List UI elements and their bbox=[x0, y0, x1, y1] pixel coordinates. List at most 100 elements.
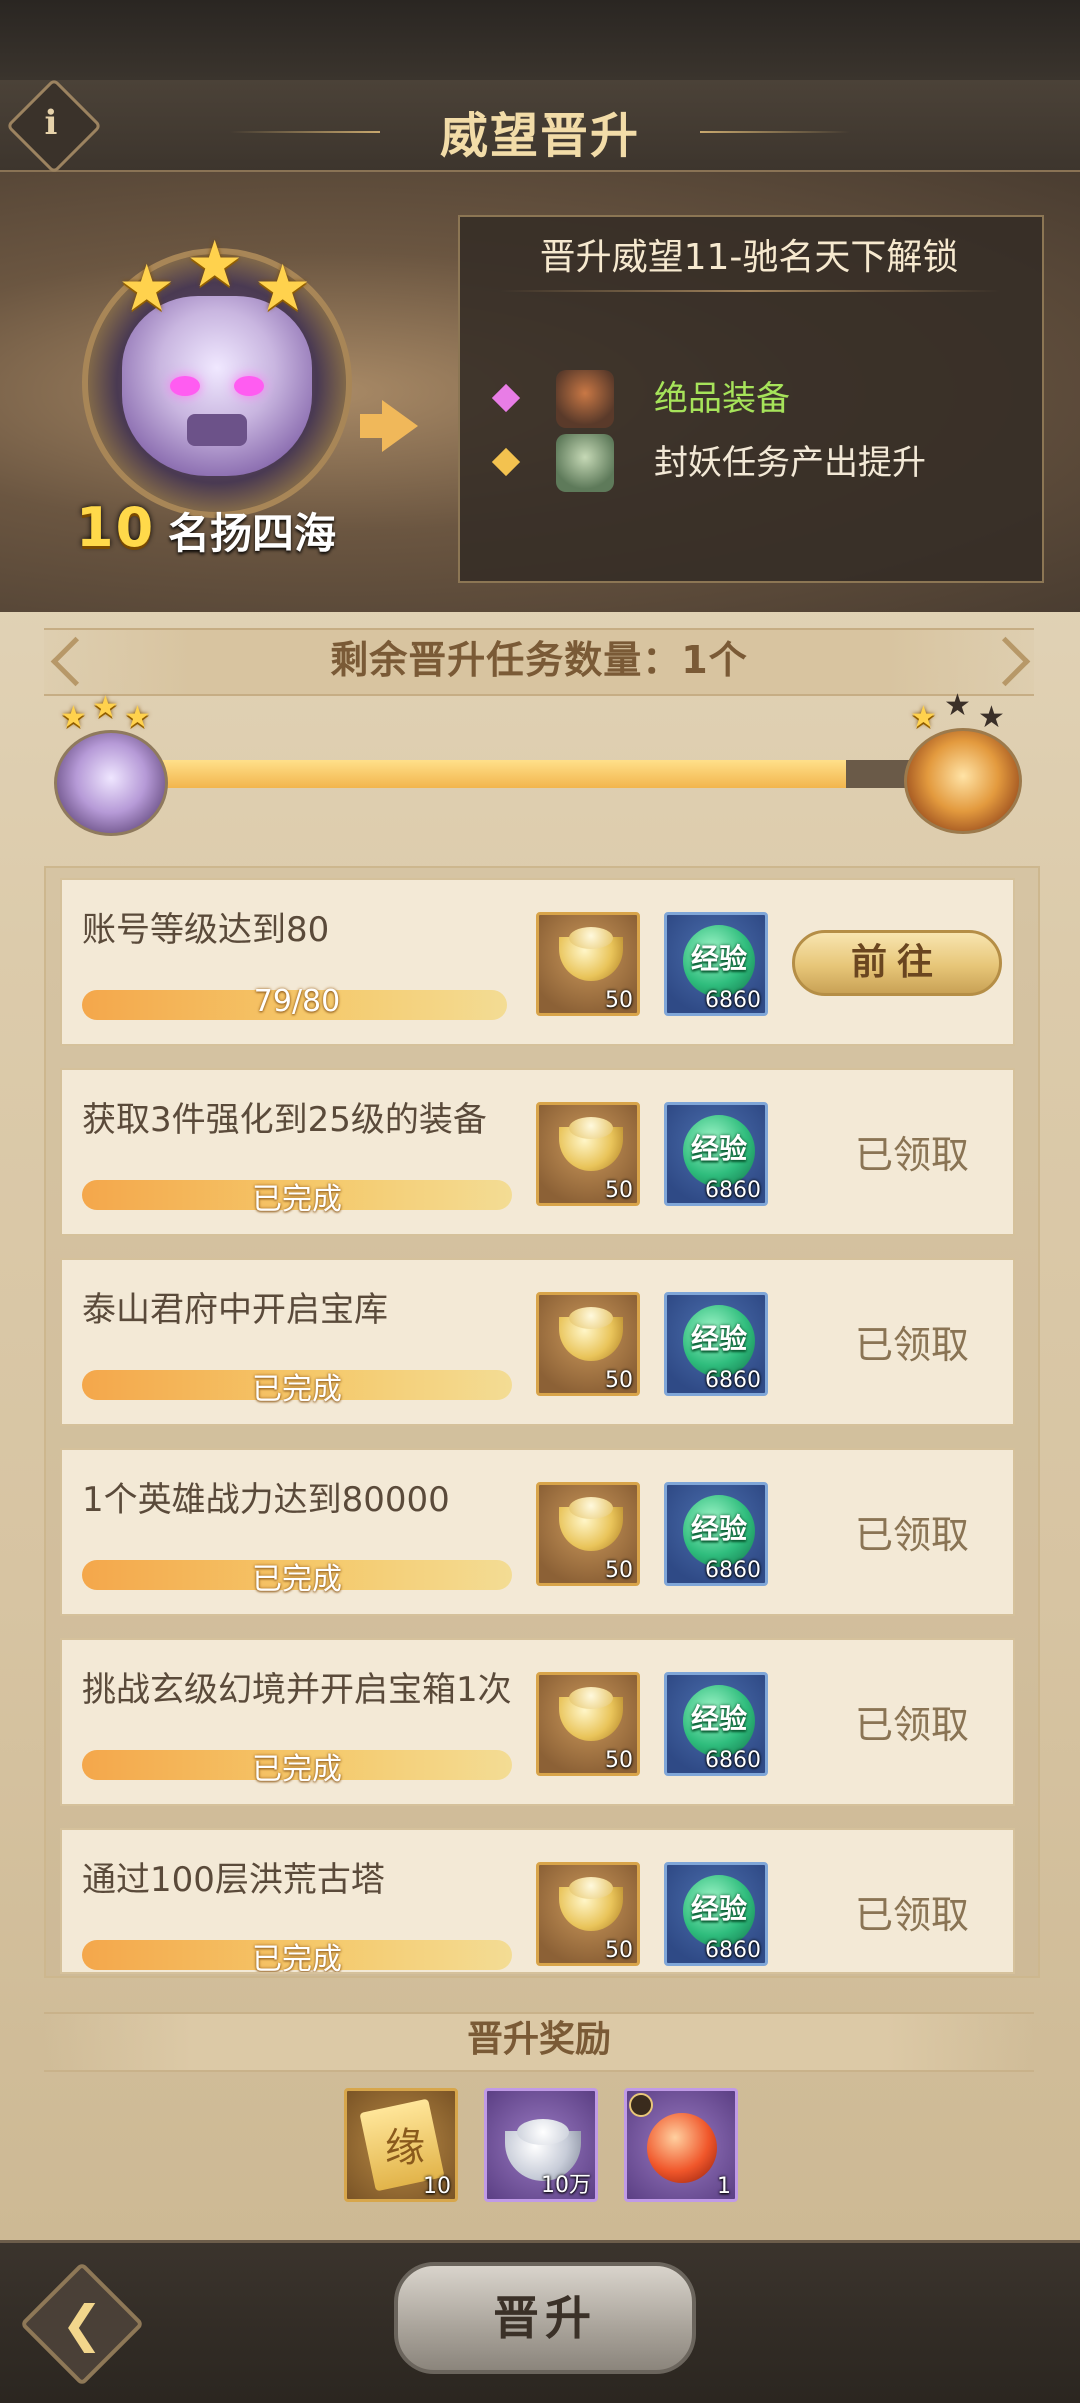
task-name: 获取3件强化到25级的装备 bbox=[82, 1100, 487, 1140]
remaining-task-count: 剩余晋升任务数量：1个 bbox=[330, 638, 748, 682]
star-icon: ★ bbox=[60, 700, 87, 735]
reward-quantity: 6860 bbox=[705, 1558, 761, 1583]
reward-quantity: 50 bbox=[605, 1368, 633, 1393]
star-icon: ★ bbox=[118, 252, 176, 326]
reward-quantity: 6860 bbox=[705, 1938, 761, 1963]
task-row: 通过100层洪荒古塔 已完成 50 经验 6860 已领取 bbox=[60, 1828, 1015, 1974]
task-progress-text: 已完成 bbox=[252, 1372, 342, 1407]
reward-quantity: 50 bbox=[605, 988, 633, 1013]
divider bbox=[500, 290, 1000, 292]
arrow-right-icon bbox=[382, 400, 418, 452]
reward-quantity: 50 bbox=[605, 1748, 633, 1773]
exp-icon[interactable]: 经验 6860 bbox=[664, 1102, 768, 1206]
task-progress-text: 已完成 bbox=[252, 1752, 342, 1787]
exp-label: 经验 bbox=[690, 942, 747, 975]
reward-quantity: 6860 bbox=[705, 988, 761, 1013]
reward-quantity: 50 bbox=[605, 1938, 633, 1963]
ingot-top bbox=[569, 1307, 613, 1329]
gold-ingot-icon[interactable]: 50 bbox=[536, 1672, 640, 1776]
task-row: 1个英雄战力达到80000 已完成 50 经验 6860 已领取 bbox=[60, 1448, 1015, 1616]
exp-icon[interactable]: 经验 6860 bbox=[664, 1482, 768, 1586]
gold-ingot-icon[interactable]: 50 bbox=[536, 1102, 640, 1206]
info-icon[interactable]: i bbox=[20, 92, 82, 154]
task-progress-text: 已完成 bbox=[252, 1182, 342, 1217]
task-name: 泰山君府中开启宝库 bbox=[82, 1290, 388, 1330]
star-icon: ★ bbox=[92, 690, 119, 725]
ingot-top bbox=[517, 2119, 569, 2145]
reward-quantity: 50 bbox=[605, 1558, 633, 1583]
unlock-item-label: 封妖任务产出提升 bbox=[654, 443, 926, 483]
star-icon: ★ bbox=[124, 700, 151, 735]
rank-progress-fill bbox=[150, 760, 846, 788]
reward-quantity: 6860 bbox=[705, 1368, 761, 1393]
reward-quantity: 6860 bbox=[705, 1178, 761, 1203]
task-row: 挑战玄级幻境并开启宝箱1次已完成 50 经验 6860 已领取 bbox=[60, 1638, 1015, 1806]
reward-quantity: 10 bbox=[423, 2174, 451, 2199]
star-icon: ★ bbox=[254, 252, 312, 326]
exp-label: 经验 bbox=[690, 1702, 747, 1735]
gold-ingot-icon[interactable]: 50 bbox=[536, 912, 640, 1016]
clock-icon bbox=[629, 2093, 653, 2117]
claimed-status: 已领取 bbox=[854, 1323, 969, 1367]
top-status-strip bbox=[0, 0, 1080, 83]
task-name: 账号等级达到80 bbox=[82, 910, 330, 950]
back-arrow-icon[interactable]: ❮ bbox=[38, 2280, 126, 2368]
reward-title: 晋升奖励 bbox=[466, 2019, 611, 2060]
rank-title: 名扬四海 bbox=[168, 509, 337, 558]
empty-star-icon: ★ bbox=[944, 688, 971, 723]
emblem-eye-left bbox=[170, 376, 200, 396]
reward-quantity: 6860 bbox=[705, 1748, 761, 1773]
claimed-status: 已领取 bbox=[854, 1893, 969, 1937]
gold-ingot-icon[interactable]: 50 bbox=[536, 1862, 640, 1966]
exp-label: 经验 bbox=[690, 1322, 747, 1355]
gold-ingot-icon[interactable]: 50 bbox=[536, 1482, 640, 1586]
ingot-top bbox=[569, 1117, 613, 1139]
gold-ingot-icon[interactable]: 50 bbox=[536, 1292, 640, 1396]
star-icon: ★ bbox=[910, 700, 937, 735]
promote-button-label[interactable]: 晋升 bbox=[394, 2262, 696, 2374]
current-rank-emblem-icon bbox=[54, 730, 168, 836]
claimed-status: 已领取 bbox=[854, 1513, 969, 1557]
claimed-status: 已领取 bbox=[854, 1133, 969, 1177]
exp-icon[interactable]: 经验 6860 bbox=[664, 1862, 768, 1966]
star-icon: ★ bbox=[186, 228, 244, 302]
task-row: 账号等级达到80 79/80 50 经验 6860 前往 bbox=[60, 878, 1015, 1046]
task-progress-text: 79/80 bbox=[253, 984, 341, 1019]
fire-orb-icon[interactable]: 1 bbox=[624, 2088, 738, 2202]
silver-ingot-icon[interactable]: 10万 bbox=[484, 2088, 598, 2202]
emblem-mouth bbox=[187, 414, 247, 446]
ingot-top bbox=[569, 1497, 613, 1519]
go-button[interactable]: 前往 bbox=[792, 930, 1002, 996]
emblem-eye-right bbox=[234, 376, 264, 396]
ingot-top bbox=[569, 1687, 613, 1709]
exp-label: 经验 bbox=[690, 1132, 747, 1165]
reward-quantity: 50 bbox=[605, 1178, 633, 1203]
rank-level-number: 10 bbox=[76, 496, 156, 559]
claimed-status: 已领取 bbox=[854, 1703, 969, 1747]
fate-scroll-icon[interactable]: 缘 10 bbox=[344, 2088, 458, 2202]
task-name: 1个英雄战力达到80000 bbox=[82, 1480, 450, 1520]
demon-task-icon bbox=[556, 434, 614, 492]
empty-star-icon: ★ bbox=[978, 700, 1005, 735]
unlock-title: 晋升威望11-驰名天下解锁 bbox=[539, 237, 959, 278]
exp-label: 经验 bbox=[690, 1512, 747, 1545]
task-progress-text: 已完成 bbox=[252, 1562, 342, 1597]
scroll-glyph: 缘 bbox=[385, 2125, 425, 2171]
reward-quantity: 10万 bbox=[541, 2173, 591, 2198]
ingot-top bbox=[569, 927, 613, 949]
exp-icon[interactable]: 经验 6860 bbox=[664, 1292, 768, 1396]
unlock-item-label: 绝品装备 bbox=[654, 379, 790, 419]
task-row: 泰山君府中开启宝库已完成 50 经验 6860 已领取 bbox=[60, 1258, 1015, 1426]
ingot-top bbox=[569, 1877, 613, 1899]
equipment-icon bbox=[556, 370, 614, 428]
page-title: 威望晋升 bbox=[439, 108, 640, 164]
next-rank-emblem-icon bbox=[904, 728, 1022, 834]
fire-orb bbox=[647, 2113, 717, 2183]
task-row: 获取3件强化到25级的装备已完成 50 经验 6860 已领取 bbox=[60, 1068, 1015, 1236]
exp-icon[interactable]: 经验 6860 bbox=[664, 912, 768, 1016]
task-progress-text: 已完成 bbox=[252, 1942, 342, 1974]
exp-icon[interactable]: 经验 6860 bbox=[664, 1672, 768, 1776]
reward-quantity: 1 bbox=[717, 2174, 731, 2199]
exp-label: 经验 bbox=[690, 1892, 747, 1925]
task-name: 挑战玄级幻境并开启宝箱1次 bbox=[82, 1670, 512, 1710]
